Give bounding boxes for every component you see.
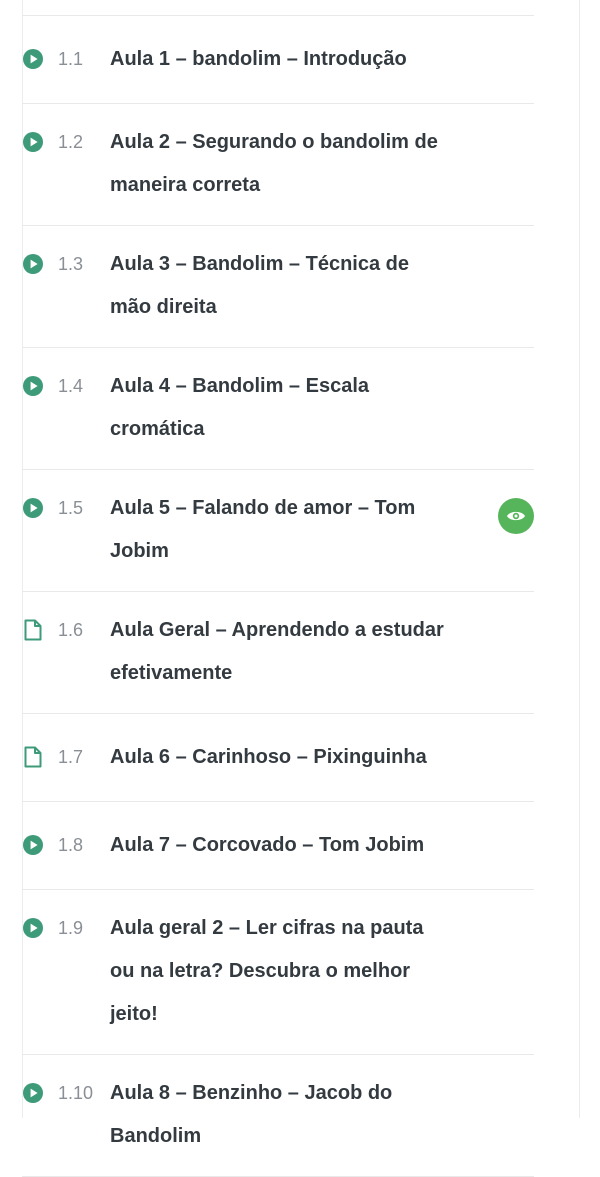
play-icon bbox=[22, 253, 44, 275]
lesson-number: 1.3 bbox=[58, 254, 84, 274]
lesson-item[interactable]: 1.2 Aula 2 – Segurando o bandolim de man… bbox=[22, 104, 534, 226]
lesson-title[interactable]: Aula 5 – Falando de amor – Tom Jobim bbox=[110, 487, 450, 573]
lesson-number: 1.9 bbox=[58, 918, 84, 938]
play-icon bbox=[22, 917, 44, 939]
lesson-item[interactable]: 1.10 Aula 8 – Benzinho – Jacob do Bandol… bbox=[22, 1055, 534, 1177]
preview-button[interactable] bbox=[498, 498, 534, 534]
eye-icon bbox=[506, 509, 526, 523]
lesson-title[interactable]: Aula 4 – Bandolim – Escala cromática bbox=[110, 365, 450, 451]
lesson-title[interactable]: Aula 8 – Benzinho – Jacob do Bandolim bbox=[110, 1072, 450, 1158]
lesson-item[interactable]: 1.1 Aula 1 – bandolim – Introdução bbox=[22, 16, 534, 104]
document-icon bbox=[22, 746, 44, 768]
play-icon bbox=[22, 834, 44, 856]
play-icon bbox=[22, 375, 44, 397]
lesson-number: 1.5 bbox=[58, 498, 84, 518]
lesson-title[interactable]: Aula 3 – Bandolim – Técnica de mão direi… bbox=[110, 243, 450, 329]
lesson-number: 1.1 bbox=[58, 49, 84, 69]
lesson-number: 1.8 bbox=[58, 835, 84, 855]
lesson-number: 1.10 bbox=[58, 1083, 94, 1103]
lesson-list: 1.1 Aula 1 – bandolim – Introdução 1.2 A… bbox=[22, 16, 534, 1177]
lesson-title[interactable]: Aula 6 – Carinhoso – Pixinguinha bbox=[110, 736, 450, 779]
lesson-number: 1.2 bbox=[58, 132, 84, 152]
lesson-item[interactable]: 1.9 Aula geral 2 – Ler cifras na pauta o… bbox=[22, 890, 534, 1055]
lesson-item[interactable]: 1.6 Aula Geral – Aprendendo a estudar ef… bbox=[22, 592, 534, 714]
play-icon bbox=[22, 497, 44, 519]
lesson-title[interactable]: Aula 1 – bandolim – Introdução bbox=[110, 38, 450, 81]
lesson-item[interactable]: 1.3 Aula 3 – Bandolim – Técnica de mão d… bbox=[22, 226, 534, 348]
lesson-number: 1.7 bbox=[58, 747, 84, 767]
play-icon bbox=[22, 48, 44, 70]
lesson-title[interactable]: Aula 7 – Corcovado – Tom Jobim bbox=[110, 824, 450, 867]
lesson-item[interactable]: 1.4 Aula 4 – Bandolim – Escala cromática bbox=[22, 348, 534, 470]
play-icon bbox=[22, 131, 44, 153]
lesson-title[interactable]: Aula geral 2 – Ler cifras na pauta ou na… bbox=[110, 907, 450, 1036]
play-icon bbox=[22, 1082, 44, 1104]
lesson-number: 1.4 bbox=[58, 376, 84, 396]
lesson-title[interactable]: Aula 2 – Segurando o bandolim de maneira… bbox=[110, 121, 450, 207]
document-icon bbox=[22, 619, 44, 641]
lesson-item[interactable]: 1.5 Aula 5 – Falando de amor – Tom Jobim bbox=[22, 470, 534, 592]
lesson-number: 1.6 bbox=[58, 620, 84, 640]
lesson-title[interactable]: Aula Geral – Aprendendo a estudar efetiv… bbox=[110, 609, 450, 695]
lesson-item[interactable]: 1.8 Aula 7 – Corcovado – Tom Jobim bbox=[22, 802, 534, 890]
lesson-item[interactable]: 1.7 Aula 6 – Carinhoso – Pixinguinha bbox=[22, 714, 534, 802]
